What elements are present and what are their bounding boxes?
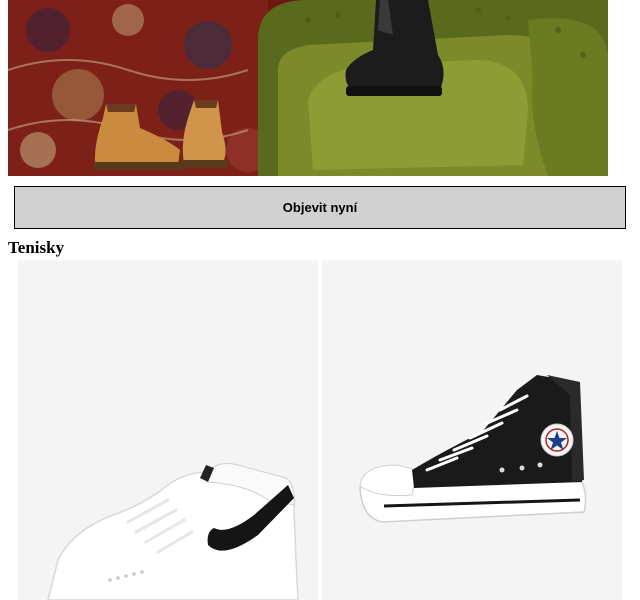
hero-banner-image[interactable] <box>8 0 608 176</box>
product-image-black-high-top <box>359 375 587 523</box>
product-image-white-sneaker <box>47 463 299 600</box>
discover-now-button[interactable]: Objevit nyní <box>14 186 626 229</box>
product-card[interactable] <box>322 260 622 600</box>
hero-illustration <box>8 0 608 176</box>
product-card[interactable] <box>18 260 318 600</box>
section-title: Tenisky <box>8 238 65 257</box>
